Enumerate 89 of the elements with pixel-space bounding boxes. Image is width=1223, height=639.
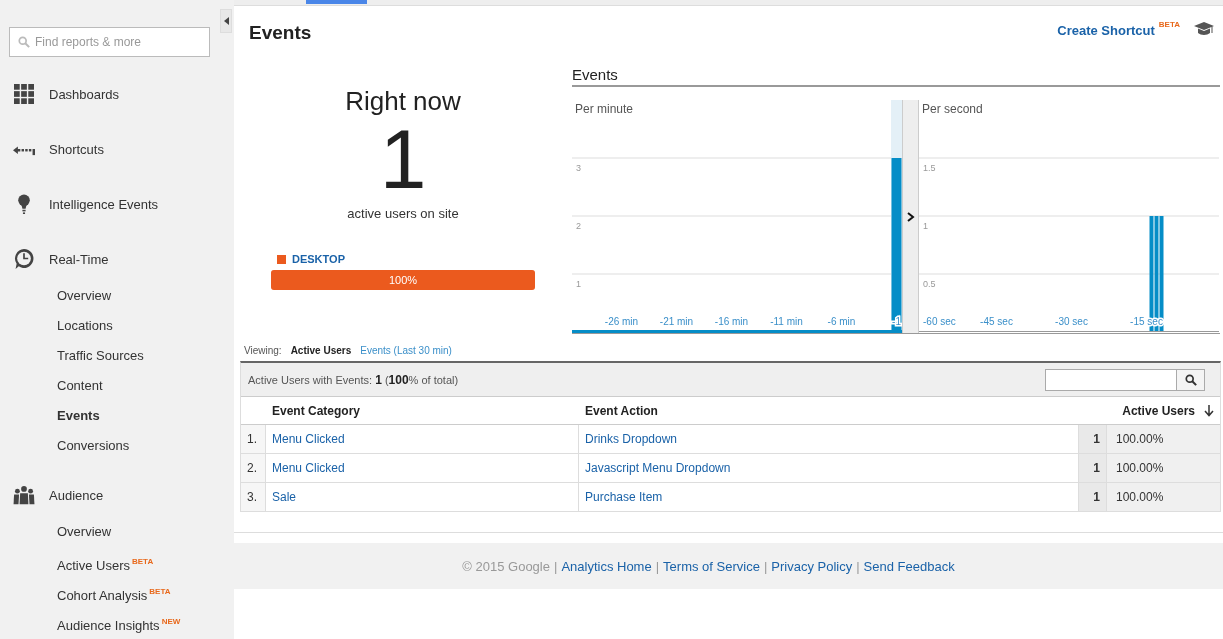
count-caption: active users on site [347, 206, 459, 221]
table-cell: 1 [1079, 425, 1107, 453]
right-now-heading: Right now [345, 86, 461, 117]
nav-item[interactable]: Audience [0, 481, 220, 509]
grid-icon [13, 84, 35, 104]
device-name: DESKTOP [292, 253, 345, 265]
progress-indicator [306, 0, 367, 4]
chevron-icon [906, 211, 915, 222]
row-number: 1. [241, 425, 266, 453]
x-tick-label: -1 [892, 316, 901, 327]
separator-text: | [763, 558, 768, 574]
separator-text: | [655, 558, 660, 574]
table-link[interactable]: Menu Clicked [272, 432, 345, 446]
tag-label: NEW [161, 617, 181, 626]
beta-label: BETA [1158, 20, 1180, 29]
nav-item[interactable]: Shortcuts [0, 135, 220, 163]
row-number: 2. [241, 454, 266, 482]
copyright-text: © 2015 Google [462, 558, 550, 574]
sort-arrow-icon[interactable] [1204, 404, 1214, 417]
y-tick-label: 0.5 [923, 279, 936, 289]
nav-item[interactable]: Real-Time [0, 245, 220, 273]
x-tick-label: -30 sec [1055, 316, 1088, 327]
device-share: 100% [387, 273, 419, 288]
separator-text: | [554, 558, 558, 574]
x-tick-label: -45 sec [980, 316, 1013, 327]
x-tick-label: -60 sec [923, 316, 956, 327]
nav-subitem[interactable]: Overview [0, 281, 220, 311]
chart-title: Events [572, 66, 1220, 87]
page-title: Events [249, 22, 312, 44]
nav-subitem[interactable]: Active Users$^{BETA}$ [0, 547, 220, 577]
y-tick-label: 1 [576, 279, 581, 289]
view-tab[interactable]: Active Users [290, 344, 352, 356]
x-tick-label: -26 min [604, 316, 639, 327]
row-number: 3. [241, 483, 266, 511]
separator-text: | [856, 558, 860, 574]
y-tick-label: 1 [923, 221, 928, 231]
x-tick-label: -11 min [770, 316, 803, 327]
collapse-tab[interactable] [220, 9, 232, 33]
table-search-field[interactable] [1045, 368, 1177, 391]
x-tick-label: -6 min [827, 316, 856, 327]
nav-item[interactable]: Intelligence Events [0, 190, 220, 218]
viewing-label: Viewing: [244, 344, 282, 356]
summary-text: Active Users with Events: 1 (100% of total) [248, 372, 459, 387]
nav-item[interactable]: Dashboards [0, 80, 220, 108]
footer-link[interactable]: Privacy Policy [771, 558, 853, 574]
table-link[interactable]: Menu Clicked [272, 461, 345, 475]
tag-label: BETA [149, 587, 171, 596]
nav-subitem[interactable]: Events [0, 401, 220, 431]
caret-icon [223, 17, 229, 25]
table-link[interactable]: Drinks Dropdown [585, 432, 678, 446]
column-header[interactable]: Event Action [579, 403, 1079, 418]
footer-link[interactable]: Send Feedback [863, 558, 955, 574]
table-cell: 100.00% [1107, 425, 1220, 453]
table-cell: 1 [1079, 483, 1107, 511]
column-header[interactable]: Active Users [1079, 403, 1199, 418]
x-tick-label: -16 min [714, 316, 749, 327]
y-tick-label: 3 [576, 163, 581, 173]
y-tick-label: 2 [576, 221, 581, 231]
table-cell: 100.00% [1107, 483, 1220, 511]
nav-subitem[interactable]: Conversions [0, 431, 220, 461]
footer-link[interactable]: Terms of Service [663, 558, 760, 574]
table-cell: 100.00% [1107, 454, 1220, 482]
y-tick-label: 1.5 [923, 163, 936, 173]
create-shortcut-link[interactable]: Create Shortcut [1057, 23, 1155, 38]
nav-subitem[interactable]: Overview [0, 517, 220, 547]
nav-subitem[interactable]: Audience Insights$^{NEW}$ [0, 607, 220, 637]
column-header[interactable]: Event Category [266, 403, 579, 418]
nav-subitem[interactable]: Content [0, 371, 220, 401]
graduation-cap-icon[interactable] [1194, 22, 1214, 36]
nav-subitem[interactable]: Traffic Sources [0, 341, 220, 371]
panel-label: Per minute [575, 102, 634, 116]
nav-subitem[interactable]: Cohort Analysis$^{BETA}$ [0, 577, 220, 607]
table-link[interactable]: Purchase Item [585, 490, 663, 504]
tag-label: BETA [131, 557, 154, 566]
table-link[interactable]: Javascript Menu Dropdown [585, 461, 731, 475]
view-tab[interactable]: Events (Last 30 min) [360, 344, 452, 356]
search-button[interactable] [1177, 368, 1205, 391]
search-icon [18, 36, 30, 48]
footer-link[interactable]: Analytics Home [561, 558, 652, 574]
active-user-count: 1 [379, 119, 427, 199]
clock-icon [13, 249, 35, 269]
search-field[interactable]: Find reports & more [9, 27, 210, 57]
x-tick-label: -21 min [659, 316, 694, 327]
table-link[interactable]: Sale [272, 490, 297, 504]
nav-subitem[interactable]: Locations [0, 311, 220, 341]
people-icon [13, 485, 35, 505]
search-icon [1184, 373, 1197, 386]
table-cell: 1 [1079, 454, 1107, 482]
panel-label: Per second [922, 102, 983, 116]
